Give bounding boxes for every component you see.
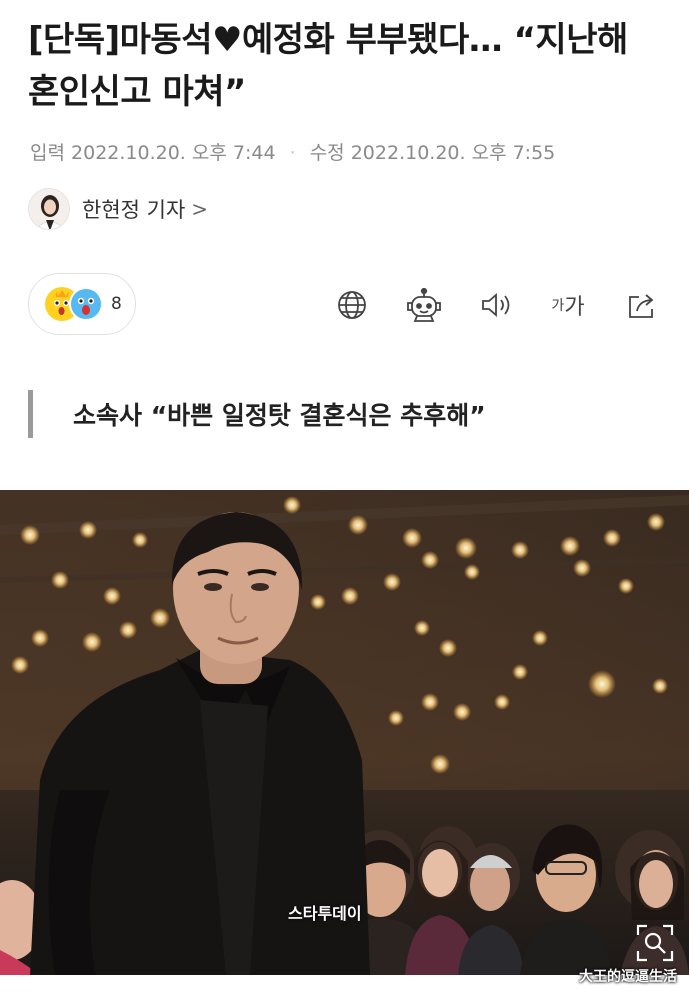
shocked-face-icon bbox=[69, 287, 103, 321]
article-toolbar: 가가 bbox=[330, 283, 665, 327]
article-meta: 입력 2022.10.20. 오후 7:44 · 수정 2022.10.20. … bbox=[30, 138, 555, 165]
reporter-name: 한현정 기자 bbox=[82, 198, 186, 222]
article-headline: [단독]마동석♥예정화 부부됐다… “지난해 혼인신고 마쳐” bbox=[28, 20, 628, 112]
zoom-icon[interactable] bbox=[635, 923, 675, 963]
published-date: 2022.10.20. 오후 7:44 bbox=[71, 142, 276, 164]
meta-separator: · bbox=[289, 142, 296, 164]
font-size-large-label: 가 bbox=[564, 295, 585, 320]
photo-watermark: 스타투데이 bbox=[288, 904, 362, 923]
article-subhead: 소속사 “바쁜 일정탓 결혼식은 추후해” bbox=[28, 390, 486, 438]
published-label: 입력 bbox=[30, 142, 65, 164]
source-watermark: 大王的逗逼生活 bbox=[579, 969, 677, 985]
share-icon[interactable] bbox=[620, 283, 664, 327]
font-size-small-label: 가 bbox=[551, 298, 565, 314]
article-photo[interactable]: 스타투데이 bbox=[0, 490, 689, 975]
globe-icon[interactable] bbox=[330, 283, 374, 327]
reporter-link[interactable]: 한현정 기자 > bbox=[28, 187, 208, 231]
reporter-avatar bbox=[28, 188, 70, 230]
modified-label: 수정 bbox=[309, 142, 345, 164]
robot-icon[interactable] bbox=[402, 283, 446, 327]
speaker-icon[interactable] bbox=[474, 283, 518, 327]
chevron-right-icon: > bbox=[191, 197, 209, 221]
reaction-button[interactable]: 8 bbox=[28, 273, 136, 335]
font-size-icon[interactable]: 가가 bbox=[546, 283, 590, 327]
modified-date: 2022.10.20. 오후 7:55 bbox=[350, 142, 556, 164]
reaction-count: 8 bbox=[111, 294, 122, 314]
